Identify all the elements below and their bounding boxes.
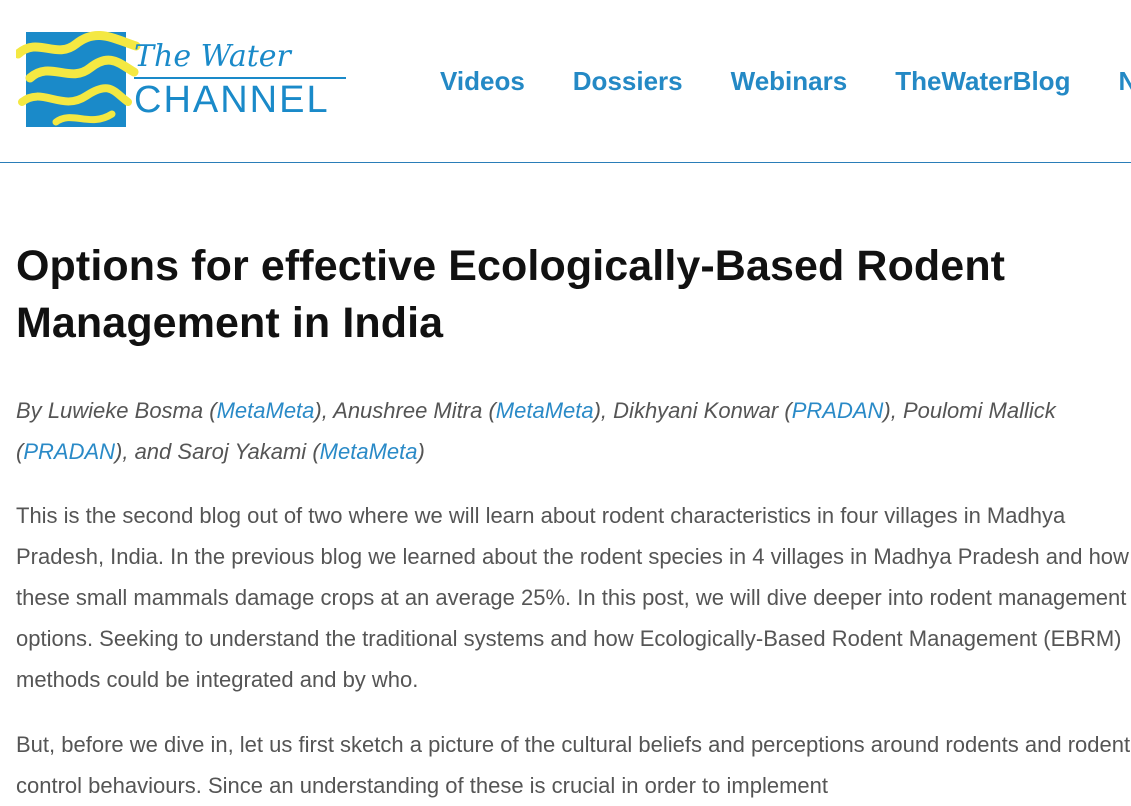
nav-videos[interactable]: Videos [440, 64, 525, 98]
site-logo[interactable]: The Water CHANNEL [13, 30, 351, 130]
nav-webinars[interactable]: Webinars [731, 64, 848, 98]
author-name: Saroj Yakami [177, 439, 307, 464]
author-org-link[interactable]: PRADAN [23, 439, 115, 464]
author-org-link[interactable]: MetaMeta [320, 439, 418, 464]
article-byline: By Luwieke Bosma (MetaMeta), Anushree Mi… [16, 398, 1056, 464]
author-name: Anushree Mitra [333, 398, 483, 423]
byline-prefix: By [16, 398, 42, 423]
article-paragraph: This is the second blog out of two where… [16, 503, 1129, 692]
svg-text:The Water: The Water [134, 39, 293, 74]
site-header: The Water CHANNEL Videos Dossiers Webina… [0, 0, 1131, 163]
author-org-link[interactable]: MetaMeta [496, 398, 594, 423]
author-org-link[interactable]: PRADAN [792, 398, 884, 423]
nav-thewaterblog[interactable]: TheWaterBlog [895, 64, 1070, 98]
author-name: Poulomi Mallick [902, 398, 1056, 423]
author-org-link[interactable]: MetaMeta [217, 398, 315, 423]
nav-news-truncated[interactable]: Ne [1118, 64, 1131, 98]
main-nav: Videos Dossiers Webinars TheWaterBlog Ne [440, 64, 1131, 98]
author-name: Dikhyani Konwar [613, 398, 779, 423]
svg-text:CHANNEL: CHANNEL [134, 79, 330, 121]
article: Options for effective Ecologically-Based… [16, 238, 1130, 806]
article-paragraph: But, before we dive in, let us first ske… [16, 732, 1131, 798]
author-name: Luwieke Bosma [47, 398, 204, 423]
nav-dossiers[interactable]: Dossiers [573, 64, 683, 98]
article-title: Options for effective Ecologically-Based… [16, 242, 1006, 347]
water-channel-logo-icon: The Water CHANNEL [13, 31, 346, 127]
